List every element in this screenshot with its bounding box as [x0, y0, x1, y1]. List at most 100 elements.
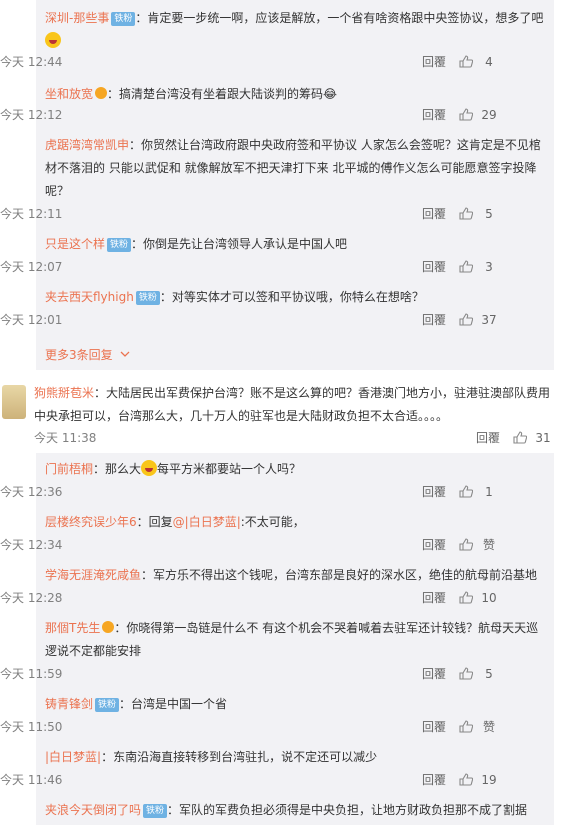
fan-badge: 铁粉 [111, 12, 136, 26]
reply-text: ：东南沿海直接转移到台湾驻扎，说不定还可以减少 [101, 750, 378, 764]
comment-body: 狗熊掰苞米：大陆居民出军费保护台湾？账不是这么算的吧？香港澳门地方小，驻港驻澳部… [34, 382, 554, 428]
timestamp: 今天 11:46 [0, 773, 63, 787]
reply-meta: 今天 12:28 回覆 10 [0, 589, 500, 607]
reply-meta: 今天 12:01 回覆 37 [0, 311, 500, 329]
username-link[interactable]: 虎踞湾湾常凯申 [45, 138, 129, 152]
username-link[interactable]: 门前梧桐 [45, 462, 93, 476]
username-link[interactable]: 狗熊掰苞米 [34, 386, 94, 400]
laugh-emoji-icon [45, 32, 61, 48]
reply-body: 夹浪今天倒闭了吗 铁粉 ：军队的军费负担必须得是中央负担，让地方财政负担那不成了割据 [45, 799, 545, 822]
timestamp: 今天 11:50 [0, 720, 63, 734]
username-link[interactable]: 那個T先生 [45, 621, 100, 635]
reply-item: |白日梦蓝|：东南沿海直接转移到台湾驻扎，说不定还可以减少 [45, 746, 545, 769]
fan-badge: 铁粉 [95, 698, 120, 712]
thumbs-up-icon[interactable] [459, 667, 473, 680]
reply-meta: 今天 12:07 回覆 3 [0, 258, 500, 276]
reply-button[interactable]: 回覆 [422, 483, 446, 501]
comment-meta: 今天 11:38 回覆 31 [34, 429, 554, 447]
reply-button[interactable]: 回覆 [422, 205, 446, 223]
username-link[interactable]: 深圳-那些事 [45, 11, 109, 25]
fan-badge: 铁粉 [135, 291, 160, 305]
like-count: 29 [481, 108, 497, 122]
reply-text: ：军方乐不得出这个钱呢，台湾东部是良好的深水区，绝佳的航母前沿基地 [141, 568, 538, 582]
timestamp: 今天 12:07 [0, 260, 63, 274]
thumbs-up-icon[interactable] [513, 431, 527, 444]
reply-item: 虎踞湾湾常凯申：你贸然让台湾政府跟中央政府签和平协议 人家怎么会签呢？这肯定是不… [45, 134, 545, 203]
username-link[interactable]: 铸青锋剑 [45, 697, 93, 711]
reply-button[interactable]: 回覆 [422, 665, 446, 683]
reply-body: 夹去西天flyhigh 铁粉 ：对等实体才可以签和平协议哦，你特么在想啥？ [45, 286, 545, 309]
reply-body: |白日梦蓝|：东南沿海直接转移到台湾驻扎，说不定还可以减少 [45, 746, 545, 769]
reply-item: 夹去西天flyhigh 铁粉 ：对等实体才可以签和平协议哦，你特么在想啥？ [45, 286, 545, 309]
timestamp: 今天 11:38 [34, 431, 97, 445]
reply-item: 坐和放宽 ：搞清楚台湾没有坐着跟大陆谈判的筹码😂 [45, 83, 545, 106]
reply-body: 层楼终究误少年6：回复@|白日梦蓝|:不太可能， [45, 511, 545, 534]
reply-body: 深圳-那些事 铁粉 ：肯定要一步统一啊，应该是解放，一个省有啥资格跟中央签协议，想多… [45, 7, 545, 53]
thumbs-up-icon[interactable] [459, 720, 473, 733]
reply-button[interactable]: 回覆 [422, 258, 446, 276]
like-count: 赞 [482, 538, 495, 552]
reply-text: ：肯定要一步统一啊，应该是解放，一个省有啥资格跟中央签协议，想多了吧 [135, 11, 544, 25]
reply-text: ：军队的军费负担必须得是中央负担，让地方财政负担那不成了割据 [167, 803, 528, 817]
reply-button[interactable]: 回覆 [422, 589, 446, 607]
reply-body: 只是这个样 铁粉 ：你倒是先让台湾领导人承认是中国人吧 [45, 233, 545, 256]
timestamp: 今天 12:36 [0, 485, 63, 499]
like-count: 5 [485, 667, 493, 681]
reply-text: ：台湾是中国一个省 [119, 697, 228, 711]
reply-button[interactable]: 回覆 [422, 771, 446, 789]
reply-meta: 今天 11:46 回覆 19 [0, 771, 500, 789]
like-count: 5 [485, 207, 493, 221]
reply-text: ：对等实体才可以签和平协议哦，你特么在想啥？ [159, 290, 424, 304]
timestamp: 今天 11:59 [0, 667, 63, 681]
reply-meta: 今天 12:11 回覆 5 [0, 205, 500, 223]
comment-text: ：大陆居民出军费保护台湾？账不是这么算的吧？香港澳门地方小，驻港驻澳部队费用中央… [34, 386, 551, 423]
timestamp: 今天 12:34 [0, 538, 63, 552]
username-link[interactable]: 层楼终究误少年6 [45, 515, 137, 529]
reply-body: 学海无涯淹死咸鱼：军方乐不得出这个钱呢，台湾东部是良好的深水区，绝佳的航母前沿基… [45, 564, 545, 587]
thumbs-up-icon[interactable] [459, 773, 473, 786]
like-count: 3 [485, 260, 493, 274]
reply-item: 学海无涯淹死咸鱼：军方乐不得出这个钱呢，台湾东部是良好的深水区，绝佳的航母前沿基… [45, 564, 545, 587]
reply-button[interactable]: 回覆 [422, 311, 446, 329]
reply-body: 虎踞湾湾常凯申：你贸然让台湾政府跟中央政府签和平协议 人家怎么会签呢？这肯定是不… [45, 134, 545, 203]
fan-badge: 铁粉 [107, 238, 132, 252]
reply-button[interactable]: 回覆 [422, 53, 446, 71]
username-link[interactable]: 夹去西天flyhigh [45, 290, 134, 304]
reply-button[interactable]: 回覆 [422, 536, 446, 554]
thumbs-up-icon[interactable] [459, 538, 473, 551]
thumbs-up-icon[interactable] [459, 485, 473, 498]
reply-text: ：你晓得第一岛链是什么不 有这个机会不哭着喊着去驻军还计较钱？航母天天巡逻说不定… [45, 621, 539, 658]
reply-body: 铸青锋剑 铁粉 ：台湾是中国一个省 [45, 693, 545, 716]
mention-link[interactable]: @|白日梦蓝| [173, 515, 241, 529]
chevron-down-icon [121, 351, 130, 357]
comment-item: 狗熊掰苞米：大陆居民出军费保护台湾？账不是这么算的吧？香港澳门地方小，驻港驻澳部… [34, 382, 554, 428]
reply-meta: 今天 12:12 回覆 29 [0, 106, 500, 124]
reply-button[interactable]: 回覆 [422, 718, 446, 736]
like-count: 37 [481, 313, 497, 327]
reply-meta: 今天 11:50 回覆 赞 [0, 718, 500, 736]
timestamp: 今天 12:12 [0, 108, 63, 122]
reply-button[interactable]: 回覆 [422, 106, 446, 124]
reply-item: 夹浪今天倒闭了吗 铁粉 ：军队的军费负担必须得是中央负担，让地方财政负担那不成了割据 [45, 799, 545, 825]
thumbs-up-icon[interactable] [459, 108, 473, 121]
thumbs-up-icon[interactable] [459, 260, 473, 273]
thumbs-up-icon[interactable] [459, 55, 473, 68]
like-count: 10 [481, 591, 497, 605]
timestamp: 今天 12:28 [0, 591, 63, 605]
thumbs-up-icon[interactable] [459, 313, 473, 326]
username-link[interactable]: 坐和放宽 [45, 87, 93, 101]
reply-meta: 今天 12:36 回覆 1 [0, 483, 500, 501]
timestamp: 今天 12:01 [0, 313, 63, 327]
more-replies-link[interactable]: 更多3条回复 [45, 346, 130, 364]
thumbs-up-icon[interactable] [459, 591, 473, 604]
reply-text: ：你倒是先让台湾领导人承认是中国人吧 [131, 237, 348, 251]
thumbs-up-icon[interactable] [459, 207, 473, 220]
username-link[interactable]: |白日梦蓝| [45, 750, 101, 764]
reply-text: ：搞清楚台湾没有坐着跟大陆谈判的筹码😂 [107, 87, 338, 101]
reply-body: 门前梧桐：那么大 每平方米都要站一个人吗？ [45, 458, 545, 481]
reply-button[interactable]: 回覆 [476, 429, 500, 447]
username-link[interactable]: 学海无涯淹死咸鱼 [45, 568, 141, 582]
username-link[interactable]: 只是这个样 [45, 237, 105, 251]
avatar[interactable] [2, 385, 26, 419]
username-link[interactable]: 夹浪今天倒闭了吗 [45, 803, 141, 817]
